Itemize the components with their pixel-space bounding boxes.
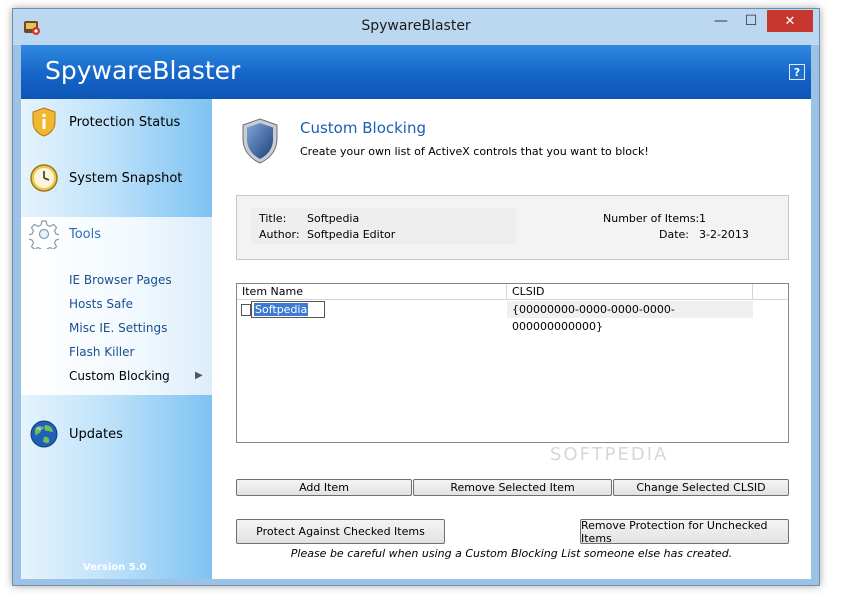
title-value: Softpedia [307,212,360,225]
column-header-clsid[interactable]: CLSID [507,284,753,300]
close-button[interactable]: ✕ [767,10,813,32]
version-label: Version 5.0 [83,562,147,573]
remove-protection-unchecked-button[interactable]: Remove Protection for Unchecked Items [580,519,789,545]
title-bar[interactable]: SpywareBlaster — ☐ ✕ [13,9,819,45]
nav-system-snapshot-label: System Snapshot [69,170,183,186]
nav-tools[interactable]: Tools [29,217,204,251]
warning-note: Please be careful when using a Custom Bl… [290,547,733,560]
change-selected-clsid-button[interactable]: Change Selected CLSID [613,479,789,496]
date-label: Date: [659,228,689,241]
shield-info-icon [29,107,59,137]
tool-custom-blocking[interactable]: Custom Blocking [69,369,170,383]
row-checkbox[interactable] [241,304,251,316]
minimize-button[interactable]: — [707,10,735,32]
banner-title: SpywareBlaster [45,56,241,85]
add-item-button[interactable]: Add Item [236,479,412,496]
window-title: SpywareBlaster [361,18,471,34]
remove-selected-item-button[interactable]: Remove Selected Item [413,479,612,496]
title-label: Title: [259,212,287,225]
page-title: Custom Blocking [300,119,426,137]
app-window: SpywareBlaster — ☐ ✕ SpywareBlaster ? Pr… [12,8,820,586]
tool-ie-browser-pages[interactable]: IE Browser Pages [69,273,172,287]
gear-icon [29,219,59,249]
list-info-box: Title: Softpedia Author: Softpedia Edito… [236,195,789,260]
list-header: Item Name CLSID [237,284,788,300]
table-row[interactable]: Softpedia {00000000-0000-0000-0000-00000… [237,301,788,333]
blocking-list[interactable]: Item Name CLSID Softpedia {00000000-0000… [236,283,789,443]
item-name-value: Softpedia [254,303,309,316]
globe-icon [29,419,59,449]
page-subtitle: Create your own list of ActiveX controls… [300,145,649,158]
softpedia-watermark: SOFTPEDIA [550,444,669,465]
author-label: Author: [259,228,300,241]
active-arrow-icon: ▶ [195,370,203,381]
protect-checked-items-button[interactable]: Protect Against Checked Items [236,519,445,544]
tool-flash-killer[interactable]: Flash Killer [69,345,134,359]
author-value: Softpedia Editor [307,228,396,241]
maximize-button[interactable]: ☐ [737,10,765,32]
nav-updates[interactable]: Updates [29,417,204,451]
nav-system-snapshot[interactable]: System Snapshot [29,161,204,195]
item-count-value: 1 [699,212,706,225]
item-count-label: Number of Items: [603,212,700,225]
nav-tools-label: Tools [69,226,102,242]
nav-protection-status-label: Protection Status [69,114,181,130]
clock-icon [29,163,59,193]
client-area: SpywareBlaster ? Protection Status Syste… [21,45,811,579]
date-value: 3-2-2013 [699,228,749,241]
shield-icon [242,118,278,164]
main-panel: Custom Blocking Create your own list of … [212,99,811,579]
column-header-item-name[interactable]: Item Name [237,284,507,300]
tool-misc-ie-settings[interactable]: Misc IE. Settings [69,321,167,335]
nav-protection-status[interactable]: Protection Status [29,105,204,139]
nav-updates-label: Updates [69,426,123,442]
tool-hosts-safe[interactable]: Hosts Safe [69,297,133,311]
header-banner: SpywareBlaster ? [21,45,811,99]
sidebar: Protection Status System Snapshot Tools … [21,99,212,579]
clsid-value: {00000000-0000-0000-0000-000000000000} [507,301,753,333]
help-button[interactable]: ? [789,64,805,80]
item-name-edit-field[interactable]: Softpedia [251,301,325,318]
